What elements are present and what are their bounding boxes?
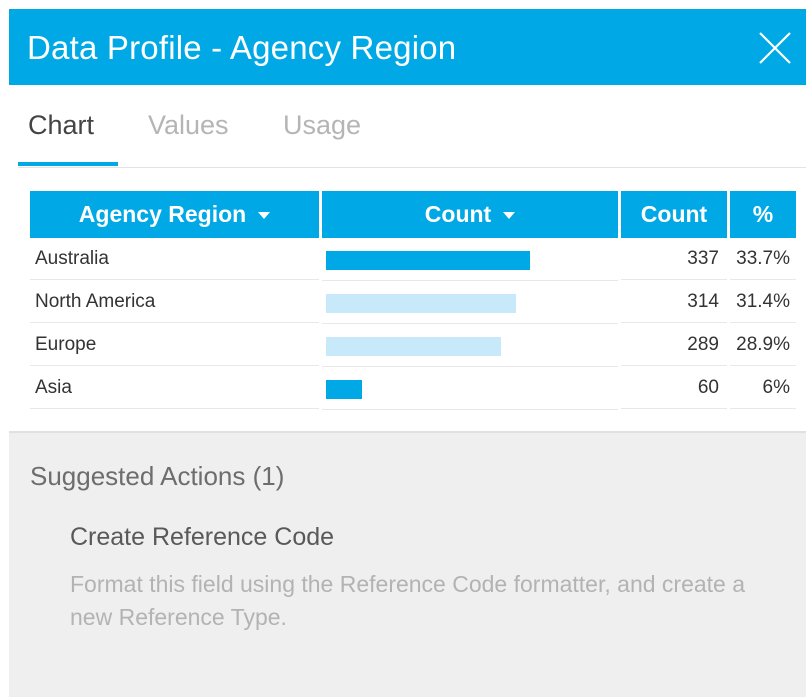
close-button[interactable] bbox=[756, 29, 794, 67]
count-cell: 337 bbox=[621, 238, 727, 280]
count-cell: 289 bbox=[621, 324, 727, 366]
count-bar-cell bbox=[322, 324, 618, 367]
table-body: Australia 337 33.7% North America 314 31… bbox=[30, 238, 796, 410]
active-tab-indicator bbox=[18, 162, 118, 166]
table-row[interactable]: Asia 60 6% bbox=[30, 367, 796, 410]
table-row[interactable]: North America 314 31.4% bbox=[30, 281, 796, 324]
tab-usage[interactable]: Usage bbox=[283, 110, 361, 141]
panel-title: Data Profile - Agency Region bbox=[27, 29, 457, 66]
column-header-label: Count bbox=[640, 201, 708, 227]
column-header-label: % bbox=[752, 201, 774, 227]
percent-cell: 28.9% bbox=[730, 324, 796, 366]
column-header-label: Agency Region bbox=[78, 201, 247, 227]
profile-table: Agency Region Count Count % Australia 33… bbox=[30, 191, 796, 410]
title-bar: Data Profile - Agency Region bbox=[9, 9, 806, 85]
tab-values[interactable]: Values bbox=[148, 110, 229, 141]
region-cell: North America bbox=[30, 281, 319, 323]
count-cell: 60 bbox=[621, 367, 727, 409]
percent-cell: 6% bbox=[730, 367, 796, 409]
table-row[interactable]: Australia 337 33.7% bbox=[30, 238, 796, 281]
count-cell: 314 bbox=[621, 281, 727, 323]
region-cell: Europe bbox=[30, 324, 319, 366]
table-header: Agency Region Count Count % bbox=[30, 191, 796, 238]
region-cell: Asia bbox=[30, 367, 319, 409]
column-header-label: Count bbox=[424, 201, 492, 227]
tab-bar: Chart Values Usage bbox=[18, 107, 806, 168]
count-bar bbox=[326, 380, 362, 399]
count-bar bbox=[326, 294, 516, 313]
action-description: Format this field using the Reference Co… bbox=[70, 571, 746, 630]
close-icon[interactable] bbox=[756, 29, 794, 67]
column-header-count-bar[interactable]: Count bbox=[322, 191, 618, 238]
column-header-agency-region[interactable]: Agency Region bbox=[30, 191, 319, 238]
count-bar-cell bbox=[322, 281, 618, 324]
count-bar bbox=[326, 251, 530, 270]
suggested-actions-title: Suggested Actions (1) bbox=[30, 461, 285, 491]
create-reference-code-action[interactable]: Create Reference Code bbox=[70, 523, 334, 552]
percent-cell: 33.7% bbox=[730, 238, 796, 280]
suggested-actions-panel: Suggested Actions (1) Create Reference C… bbox=[9, 431, 806, 697]
region-cell: Australia bbox=[30, 238, 319, 280]
data-profile-panel: Data Profile - Agency Region Chart Value… bbox=[0, 0, 806, 697]
tab-chart[interactable]: Chart bbox=[28, 110, 94, 141]
count-bar-cell bbox=[322, 238, 618, 281]
percent-cell: 31.4% bbox=[730, 281, 796, 323]
column-header-count[interactable]: Count bbox=[621, 191, 727, 238]
column-header-percent[interactable]: % bbox=[730, 191, 796, 238]
table-row[interactable]: Europe 289 28.9% bbox=[30, 324, 796, 367]
count-bar bbox=[326, 337, 501, 356]
sort-caret-icon bbox=[503, 212, 516, 219]
count-bar-cell bbox=[322, 367, 618, 410]
sort-caret-icon bbox=[258, 212, 271, 219]
